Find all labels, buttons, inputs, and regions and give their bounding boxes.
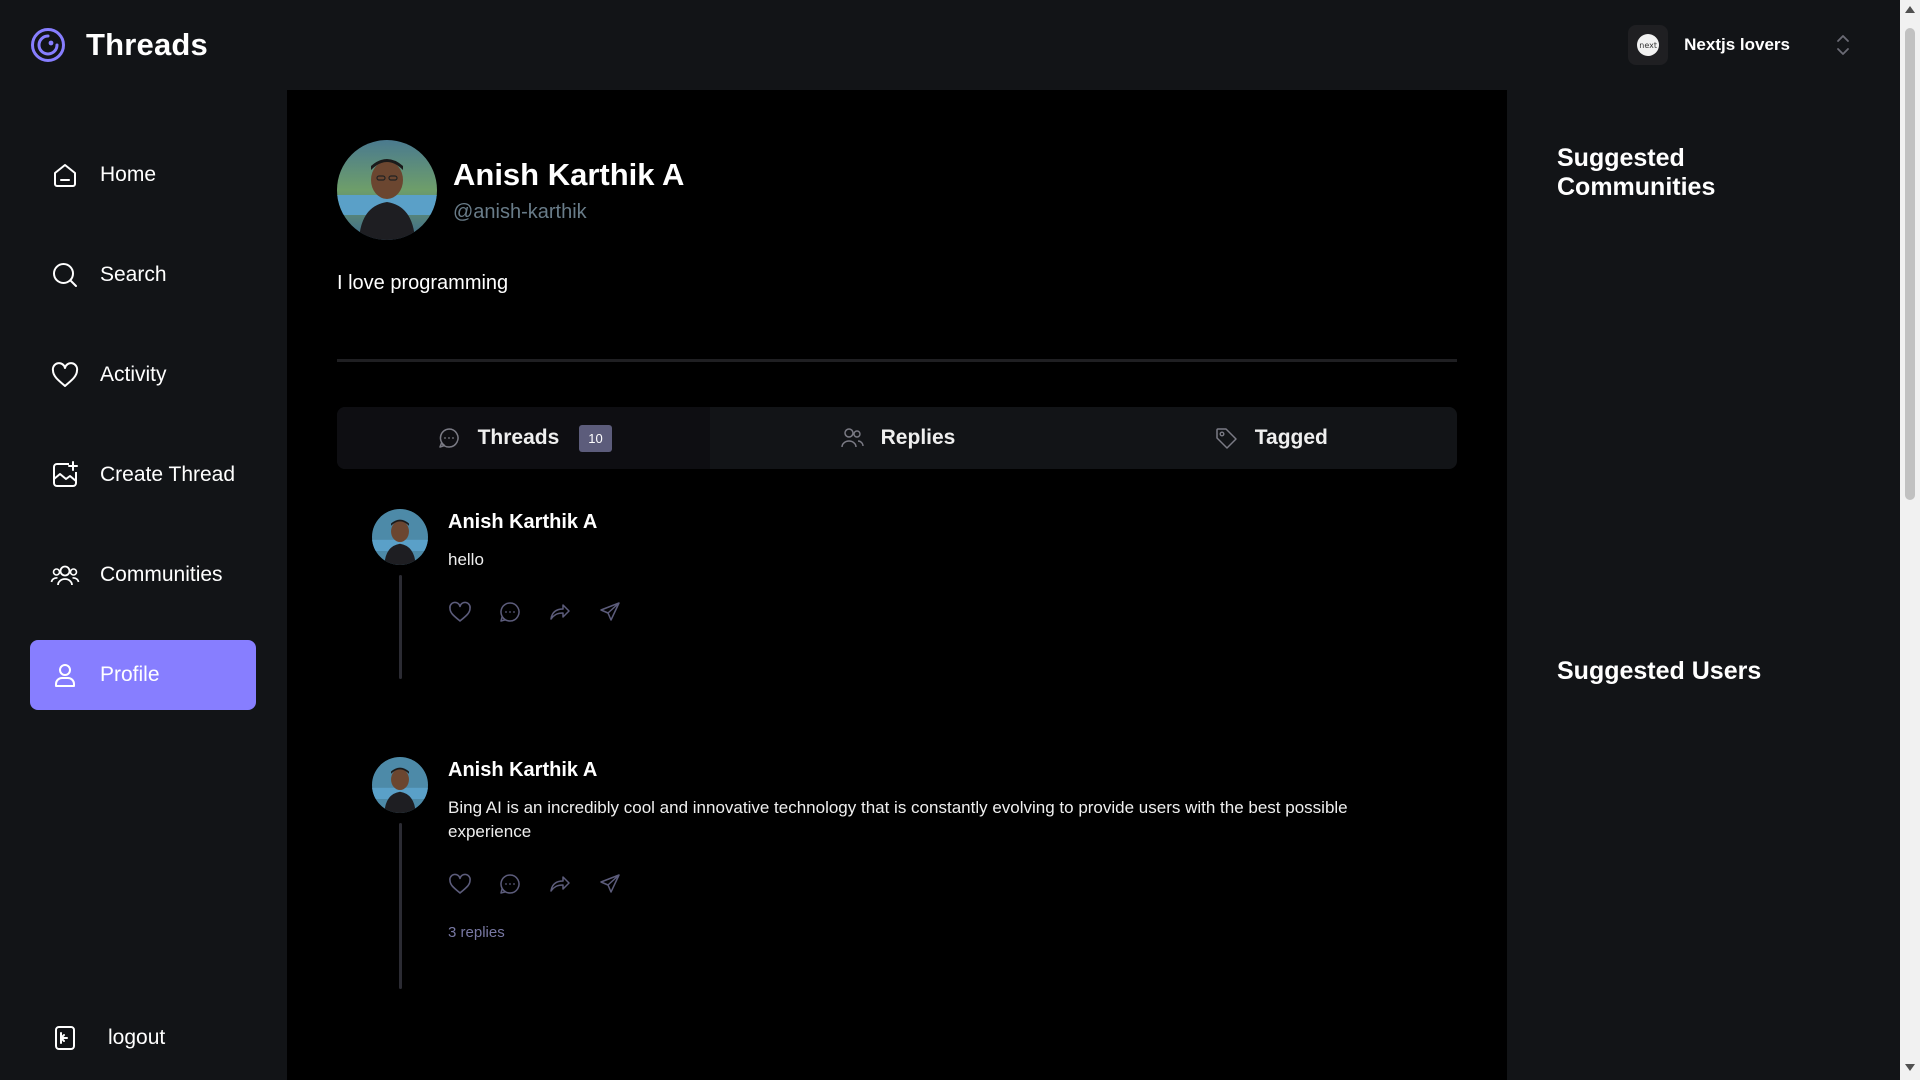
scroll-up-arrow-icon[interactable]	[1905, 6, 1915, 13]
thread-body: Anish Karthik A hello	[448, 509, 1388, 757]
tab-replies[interactable]: Replies	[710, 407, 1083, 469]
repost-icon[interactable]	[548, 872, 572, 896]
reply-icon[interactable]	[498, 600, 522, 624]
profile-header: Anish Karthik A @anish-karthik	[337, 140, 1457, 240]
organization-switcher[interactable]: next Nextjs lovers	[1628, 25, 1850, 65]
thread-author-avatar[interactable]	[372, 509, 428, 565]
thread-body: Anish Karthik A Bing AI is an incredibly…	[448, 757, 1388, 989]
organization-avatar-text: next	[1637, 34, 1660, 56]
thread-connector-line	[398, 575, 402, 679]
tab-tagged-label: Tagged	[1254, 426, 1328, 449]
profile-handle: @anish-karthik	[453, 200, 587, 223]
logout-icon	[55, 1026, 75, 1050]
main-content: Anish Karthik A @anish-karthik I love pr…	[287, 90, 1507, 1080]
nav-item-communities[interactable]: Communities	[30, 540, 256, 610]
user-icon	[55, 664, 75, 687]
profile-name: Anish Karthik A	[453, 156, 685, 192]
search-icon	[53, 263, 77, 287]
nav-item-profile[interactable]: Profile	[30, 640, 256, 710]
nav-label-profile: Profile	[100, 663, 160, 686]
thread-author-avatar[interactable]	[372, 757, 428, 813]
tab-threads[interactable]: Threads 10	[337, 407, 711, 469]
thread-connector-line	[398, 823, 402, 989]
tab-replies-label: Replies	[880, 426, 956, 449]
nav-label-home: Home	[100, 163, 157, 186]
logout-button[interactable]: logout	[50, 1023, 165, 1053]
thread-author-column	[372, 757, 428, 989]
thread-card: Anish Karthik A hello	[337, 509, 1457, 757]
tag-icon	[1216, 428, 1237, 449]
share-icon[interactable]	[598, 600, 622, 624]
nav-label-activity: Activity	[100, 363, 167, 386]
create-thread-icon	[53, 461, 78, 487]
heart-icon[interactable]	[448, 600, 472, 624]
tab-threads-label: Threads	[477, 426, 560, 449]
profile-tabs: Threads 10 Replies Tagged	[337, 407, 1457, 469]
left-sidebar: Home Search Activity Create Thread Commu…	[0, 90, 287, 1080]
profile-identity: Anish Karthik A @anish-karthik	[453, 157, 684, 224]
heart-icon	[51, 362, 79, 387]
thread-author-name[interactable]: Anish Karthik A	[448, 759, 1388, 782]
repost-icon[interactable]	[548, 600, 572, 624]
reply-icon[interactable]	[498, 872, 522, 896]
tab-threads-count-badge: 10	[579, 424, 612, 452]
thread-author-name[interactable]: Anish Karthik A	[448, 511, 1388, 534]
profile-bio: I love programming	[337, 272, 509, 294]
members-icon	[840, 428, 864, 448]
communities-icon	[50, 565, 80, 586]
nav-label-communities: Communities	[100, 563, 223, 586]
thread-actions	[448, 600, 1388, 624]
profile-divider	[337, 359, 1457, 362]
nav-item-create-thread[interactable]: Create Thread	[30, 440, 256, 510]
page-scrollbar[interactable]	[1900, 0, 1920, 1080]
scrollbar-thumb[interactable]	[1905, 28, 1915, 500]
thread-list: Anish Karthik A hello Anish Karthik A Bi…	[337, 509, 1457, 989]
nav-item-activity[interactable]: Activity	[30, 340, 256, 410]
logout-label: logout	[108, 1026, 166, 1049]
suggested-users-heading: Suggested Users	[1557, 657, 1762, 685]
nav-label-search: Search	[100, 263, 167, 286]
nav-item-search[interactable]: Search	[30, 240, 256, 310]
topbar: Threads next Nextjs lovers	[0, 0, 1900, 90]
share-icon[interactable]	[598, 872, 622, 896]
thread-content: hello	[448, 550, 484, 569]
organization-name: Nextjs lovers	[1684, 35, 1790, 54]
home-icon	[54, 164, 76, 187]
profile-avatar	[337, 140, 437, 240]
thread-actions	[448, 872, 1388, 896]
reply-bubble-icon	[438, 428, 459, 448]
organization-avatar: next	[1628, 25, 1669, 65]
threads-logo-icon	[31, 28, 65, 62]
heart-icon[interactable]	[448, 872, 472, 896]
thread-author-column	[372, 509, 428, 757]
scroll-down-arrow-icon[interactable]	[1905, 1064, 1915, 1071]
app-title: Threads	[86, 27, 208, 62]
right-sidebar: Suggested Communities Suggested Users	[1507, 90, 1900, 1080]
thread-card: Anish Karthik A Bing AI is an incredibly…	[337, 757, 1457, 989]
thread-content: Bing AI is an incredibly cool and innova…	[448, 798, 1348, 841]
nav-item-home[interactable]: Home	[30, 140, 256, 210]
replies-count-link[interactable]: 3 replies	[448, 924, 1388, 941]
suggested-communities-heading: Suggested Communities	[1557, 144, 1716, 201]
chevron-up-down-icon[interactable]	[1836, 32, 1850, 58]
brand-link[interactable]: Threads	[30, 27, 208, 63]
nav-label-create-thread: Create Thread	[100, 463, 236, 486]
tab-tagged[interactable]: Tagged	[1084, 407, 1457, 469]
